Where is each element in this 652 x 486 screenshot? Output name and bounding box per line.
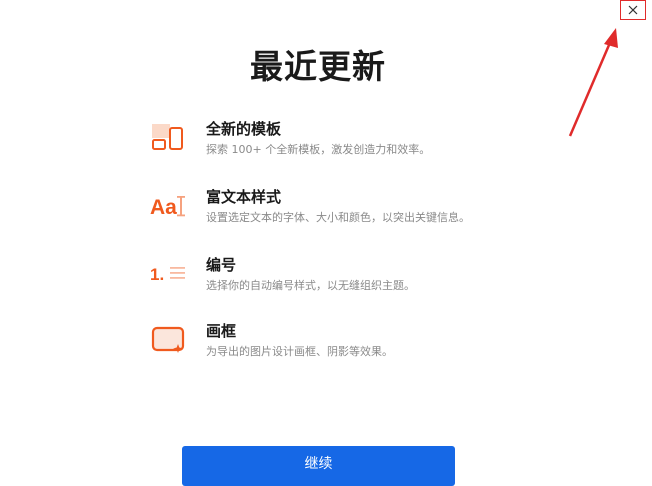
feature-item-numbering: 1. 编号 选择你的自动编号样式，以无缝组织主题。	[150, 254, 510, 298]
feature-description: 为导出的图片设计画框、阴影等效果。	[206, 345, 393, 358]
feature-title: 编号	[206, 256, 237, 274]
numbering-icon: 1.	[150, 258, 190, 290]
rich-text-glyph: Aa	[150, 196, 177, 219]
feature-title: 画框	[206, 322, 237, 340]
template-icon	[150, 122, 190, 154]
feature-title: 全新的模板	[206, 120, 282, 138]
feature-description: 选择你的自动编号样式，以无缝组织主题。	[206, 279, 415, 292]
feature-item-frame: 画框 为导出的图片设计画框、阴影等效果。	[150, 320, 510, 364]
feature-description: 探索 100+ 个全新模板，激发创造力和效率。	[206, 143, 431, 156]
feature-title: 富文本样式	[206, 188, 282, 206]
frame-icon	[150, 324, 190, 356]
feature-item-rich-text: Aa 富文本样式 设置选定文本的字体、大小和颜色，以突出关键信息。	[150, 186, 510, 230]
close-icon	[627, 4, 639, 16]
numbering-glyph: 1.	[150, 265, 164, 284]
feature-item-templates: 全新的模板 探索 100+ 个全新模板，激发创造力和效率。	[150, 118, 510, 162]
feature-description: 设置选定文本的字体、大小和颜色，以突出关键信息。	[206, 211, 470, 224]
close-button[interactable]	[620, 0, 646, 20]
dialog-title: 最近更新	[250, 47, 386, 86]
continue-button[interactable]: 继续	[182, 446, 455, 486]
rich-text-icon: Aa	[150, 190, 190, 222]
